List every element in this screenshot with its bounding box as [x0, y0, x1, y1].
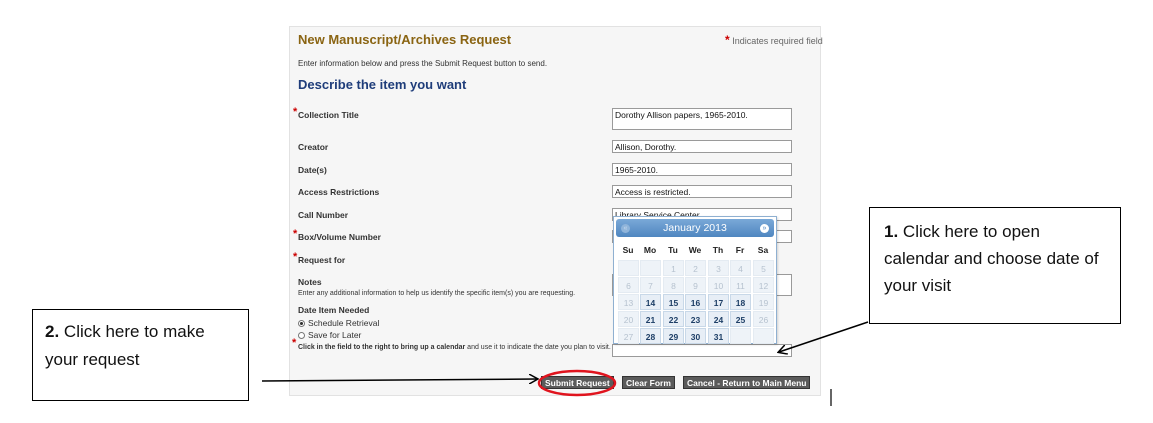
callout-submit-request: 2. Click here to make your request [32, 309, 249, 401]
submit-highlight-ring [537, 369, 617, 397]
callout-open-calendar: 1. Click here to open calendar and choos… [869, 207, 1121, 324]
arrow-to-submit [261, 379, 537, 381]
arrow-to-date-field [779, 321, 869, 352]
